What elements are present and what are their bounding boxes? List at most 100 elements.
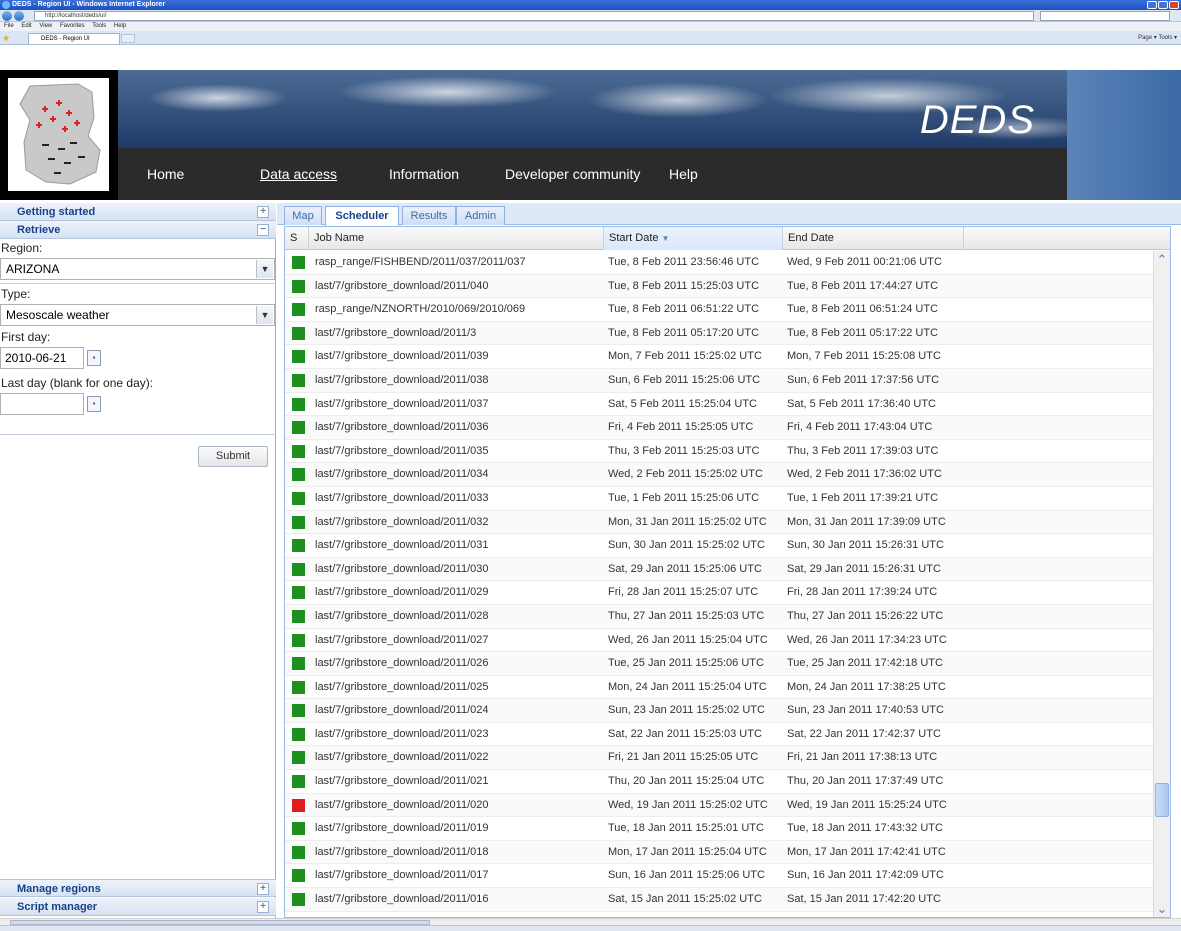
first-day-input[interactable]: 2010-06-21	[0, 347, 84, 369]
table-row[interactable]: last/7/gribstore_download/2011/025 Mon, 2…	[285, 676, 1153, 700]
chevron-down-icon[interactable]: ▼	[256, 260, 273, 278]
close-window-button[interactable]	[1169, 1, 1179, 9]
nav-help[interactable]: Help	[669, 166, 698, 182]
status-ok-icon	[292, 633, 305, 647]
tab-results[interactable]: Results	[402, 206, 456, 225]
start-date-cell: Thu, 3 Feb 2011 15:25:03 UTC	[608, 444, 760, 457]
start-date-cell: Wed, 19 Jan 2011 15:25:02 UTC	[608, 798, 768, 811]
table-row[interactable]: last/7/gribstore_download/2011/024 Sun, 2…	[285, 699, 1153, 723]
first-day-label: First day:	[1, 330, 51, 344]
submit-button[interactable]: Submit	[198, 446, 268, 467]
table-row[interactable]: last/7/gribstore_download/2011/034 Wed, 2…	[285, 463, 1153, 487]
site-logo[interactable]	[0, 70, 118, 200]
column-end-date[interactable]: End Date	[783, 227, 964, 250]
nav-data-access[interactable]: Data access	[260, 166, 337, 182]
menu-edit[interactable]: Edit	[21, 23, 31, 29]
status-error-icon	[292, 798, 305, 812]
accordion-script-manager[interactable]: Script manager +	[0, 898, 276, 916]
nav-information[interactable]: Information	[389, 166, 459, 182]
new-tab-button[interactable]	[121, 34, 135, 43]
table-row[interactable]: last/7/gribstore_download/2011/032 Mon, 3…	[285, 510, 1153, 535]
end-date-cell: Sat, 15 Jan 2011 17:42:20 UTC	[787, 893, 941, 906]
scrollbar-thumb[interactable]	[1155, 783, 1169, 817]
end-date-cell: Tue, 25 Jan 2011 17:42:18 UTC	[787, 657, 943, 670]
status-ok-icon	[292, 256, 305, 269]
page-horizontal-scrollbar[interactable]	[0, 918, 1181, 925]
tab-map[interactable]: Map	[284, 206, 322, 225]
main-tabstrip: Map Scheduler Results Admin	[277, 203, 1181, 226]
address-bar[interactable]: http://localhost/deds/ui/	[34, 11, 1034, 21]
back-arrow-icon[interactable]	[2, 11, 12, 21]
job-name-cell: last/7/gribstore_download/2011/026	[315, 657, 489, 670]
table-row[interactable]: last/7/gribstore_download/2011/020 Wed, 1…	[285, 793, 1153, 818]
table-row[interactable]: rasp_range/FISHBEND/2011/037/2011/037 Tue…	[285, 251, 1153, 275]
type-select[interactable]: Mesoscale weather ▼	[0, 304, 275, 326]
command-bar[interactable]: Page ▾ Tools ▾	[1138, 33, 1177, 43]
table-row[interactable]: last/7/gribstore_download/2011/040 Tue, 8…	[285, 274, 1153, 299]
scheduler-grid: S Job Name Start Date ▼ End Date rasp_ran…	[284, 226, 1171, 918]
table-row[interactable]: rasp_range/NZNORTH/2010/069/2010/069 Tue,…	[285, 298, 1153, 322]
table-row[interactable]: last/7/gribstore_download/2011/021 Thu, 2…	[285, 770, 1153, 794]
start-date-cell: Mon, 17 Jan 2011 15:25:04 UTC	[608, 845, 767, 858]
table-row[interactable]: last/7/gribstore_download/2011/017 Sun, 1…	[285, 864, 1153, 889]
status-ok-icon	[292, 680, 305, 694]
table-row[interactable]: last/7/gribstore_download/2011/028 Thu, 2…	[285, 604, 1153, 629]
table-row[interactable]: last/7/gribstore_download/2011/038 Sun, 6…	[285, 368, 1153, 393]
favorites-star-icon[interactable]: ★	[2, 33, 10, 43]
nav-home[interactable]: Home	[147, 166, 184, 182]
calendar-icon[interactable]: ▪	[87, 350, 101, 366]
column-start-date[interactable]: Start Date ▼	[604, 227, 783, 250]
table-row[interactable]: last/7/gribstore_download/2011/019 Tue, 1…	[285, 817, 1153, 841]
table-row[interactable]: last/7/gribstore_download/2011/3 Tue, 8 F…	[285, 321, 1153, 346]
accordion-manage-regions[interactable]: Manage regions +	[0, 879, 276, 897]
table-row[interactable]: last/7/gribstore_download/2011/029 Fri, 2…	[285, 581, 1153, 605]
maximize-button[interactable]	[1158, 1, 1168, 9]
collapse-icon[interactable]: −	[257, 224, 269, 236]
table-row[interactable]: last/7/gribstore_download/2011/031 Sun, 3…	[285, 534, 1153, 558]
forward-arrow-icon[interactable]	[14, 11, 24, 21]
job-name-cell: last/7/gribstore_download/2011/022	[315, 751, 489, 764]
column-filler	[964, 227, 1154, 250]
table-row[interactable]: last/7/gribstore_download/2011/026 Tue, 2…	[285, 652, 1153, 676]
minimize-button[interactable]	[1147, 1, 1157, 9]
region-select[interactable]: ARIZONA ▼	[0, 258, 275, 280]
tab-scheduler[interactable]: Scheduler	[325, 206, 399, 226]
table-row[interactable]: last/7/gribstore_download/2011/036 Fri, 4…	[285, 416, 1153, 440]
browser-tab[interactable]: DEDS - Region UI	[28, 33, 120, 44]
tab-admin[interactable]: Admin	[456, 206, 505, 225]
column-status[interactable]: S	[285, 227, 309, 250]
status-ok-icon	[292, 775, 305, 789]
accordion-retrieve[interactable]: Retrieve −	[0, 221, 276, 239]
menu-help[interactable]: Help	[114, 23, 126, 29]
table-row[interactable]: last/7/gribstore_download/2011/037 Sat, 5…	[285, 393, 1153, 417]
expand-icon[interactable]: +	[257, 206, 269, 218]
table-row[interactable]: last/7/gribstore_download/2011/030 Sat, 2…	[285, 557, 1153, 582]
table-row[interactable]: last/7/gribstore_download/2011/027 Wed, 2…	[285, 629, 1153, 653]
expand-icon[interactable]: +	[257, 883, 269, 895]
menu-tools[interactable]: Tools	[92, 23, 106, 29]
menu-file[interactable]: File	[4, 23, 14, 29]
chevron-down-icon[interactable]: ▼	[256, 306, 273, 324]
end-date-cell: Tue, 8 Feb 2011 05:17:22 UTC	[787, 326, 939, 339]
table-row[interactable]: last/7/gribstore_download/2011/039 Mon, 7…	[285, 345, 1153, 369]
table-row[interactable]: last/7/gribstore_download/2011/018 Mon, 1…	[285, 840, 1153, 865]
last-day-input[interactable]	[0, 393, 84, 415]
table-row[interactable]: last/7/gribstore_download/2011/022 Fri, 2…	[285, 746, 1153, 771]
table-row[interactable]: last/7/gribstore_download/2011/016 Sat, 1…	[285, 888, 1153, 912]
scroll-down-icon[interactable]: ⌄	[1154, 900, 1170, 917]
status-ok-icon	[292, 279, 305, 293]
accordion-getting-started[interactable]: Getting started +	[0, 203, 276, 221]
scroll-up-icon[interactable]: ⌃	[1154, 251, 1170, 268]
menu-favorites[interactable]: Favorites	[60, 23, 85, 29]
table-row[interactable]: last/7/gribstore_download/2011/033 Tue, 1…	[285, 487, 1153, 511]
nav-developer-community[interactable]: Developer community	[505, 166, 640, 182]
table-row[interactable]: last/7/gribstore_download/2011/023 Sat, 2…	[285, 723, 1153, 747]
browser-search-input[interactable]	[1040, 11, 1170, 21]
menu-view[interactable]: View	[39, 23, 52, 29]
expand-icon[interactable]: +	[257, 901, 269, 913]
column-job-name[interactable]: Job Name	[309, 227, 604, 250]
grid-vertical-scrollbar[interactable]: ⌃ ⌄	[1153, 251, 1170, 917]
table-row[interactable]: last/7/gribstore_download/2011/035 Thu, 3…	[285, 440, 1153, 464]
calendar-icon[interactable]: ▪	[87, 396, 101, 412]
end-date-cell: Mon, 24 Jan 2011 17:38:25 UTC	[787, 680, 946, 693]
